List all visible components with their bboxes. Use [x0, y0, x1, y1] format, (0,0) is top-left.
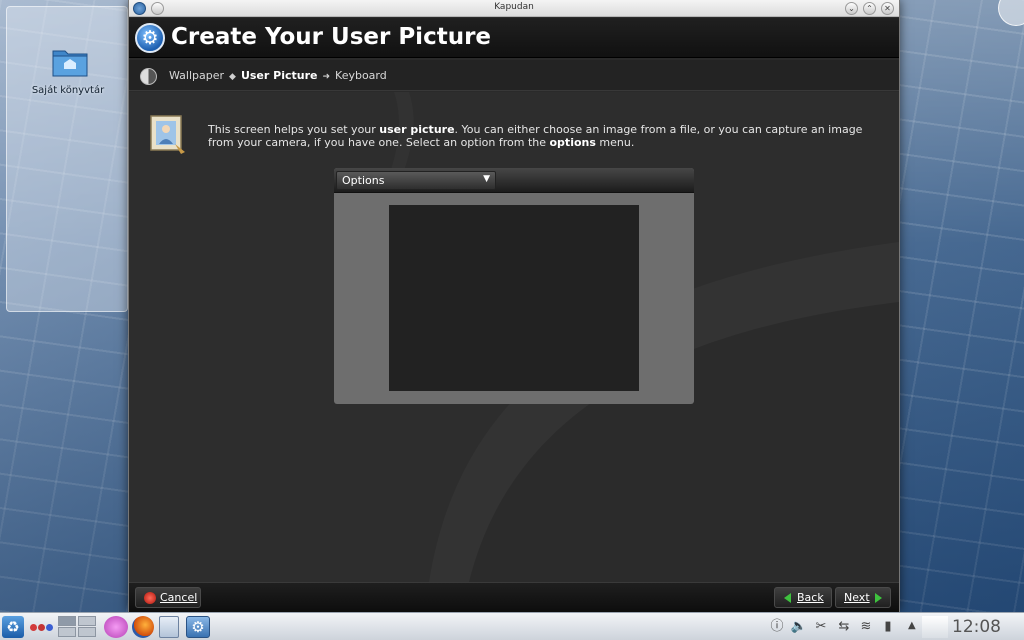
page-header: ⚙ Create Your User Picture: [129, 18, 899, 58]
options-dropdown[interactable]: Options ▼: [336, 171, 496, 190]
kapudan-window: Kapudan ⌄ ⌃ ✕ ⚙ Create Your User Picture…: [128, 0, 900, 612]
window-titlebar[interactable]: Kapudan ⌄ ⌃ ✕: [129, 0, 899, 17]
picture-preview: [389, 205, 639, 391]
show-desktop-button[interactable]: [922, 616, 948, 638]
description-text: This screen helps you set your user pict…: [208, 123, 863, 149]
folder-view-widget: Saját könyvtár: [6, 6, 128, 312]
battery-icon[interactable]: ▮: [879, 618, 897, 636]
cancel-icon: [144, 592, 156, 604]
back-button[interactable]: Back: [774, 587, 832, 608]
arrow-right-icon: ➜: [322, 72, 331, 82]
info-icon[interactable]: ⓘ: [768, 618, 786, 636]
wifi-icon[interactable]: ≋: [857, 618, 875, 636]
options-toolbar: Options ▼: [334, 168, 694, 193]
page-title: Create Your User Picture: [171, 24, 492, 50]
chevron-up-icon[interactable]: ▲: [908, 620, 916, 631]
breadcrumb-item-keyboard: Keyboard: [335, 69, 387, 82]
options-label: Options: [342, 174, 385, 187]
breadcrumb-bar: Wallpaper ◆ User Picture ➜ Keyboard: [129, 60, 899, 91]
taskbar: ♻ ⚙ ⓘ 🔈 ✂ ⇆ ≋ ▮ ▲ 12:08: [0, 612, 1024, 640]
minimize-button[interactable]: ⌄: [845, 2, 858, 15]
breadcrumb-item-user-picture: User Picture: [240, 69, 318, 82]
arrow-left-icon: [784, 593, 791, 603]
notes-icon[interactable]: [159, 616, 179, 638]
firefox-icon[interactable]: [132, 616, 154, 638]
close-button[interactable]: ✕: [881, 2, 894, 15]
gear-icon: ⚙: [135, 23, 165, 53]
usb-icon[interactable]: ⇆: [835, 618, 853, 636]
kapudan-task-icon[interactable]: ⚙: [186, 616, 210, 638]
cancel-button[interactable]: Cancel: [135, 587, 201, 608]
maximize-button[interactable]: ⌃: [863, 2, 876, 15]
arrow-left-icon: ◆: [229, 72, 236, 82]
chevron-down-icon: ▼: [483, 174, 490, 184]
chat-icon[interactable]: [104, 616, 128, 638]
home-folder-label[interactable]: Saját könyvtár: [7, 85, 129, 96]
breadcrumb: Wallpaper ◆ User Picture ➜ Keyboard: [169, 69, 387, 82]
user-picture-icon: [150, 115, 185, 154]
progress-moon-icon: [140, 68, 157, 85]
volume-icon[interactable]: 🔈: [790, 618, 808, 636]
breadcrumb-item-wallpaper: Wallpaper: [169, 69, 225, 82]
window-title: Kapudan: [494, 2, 534, 12]
scissors-icon[interactable]: ✂: [812, 618, 830, 636]
arrow-right-icon: [875, 593, 882, 603]
desktop-pager[interactable]: [58, 616, 98, 638]
main-content: This screen helps you set your user pict…: [129, 92, 899, 582]
clock[interactable]: 12:08: [952, 617, 1001, 637]
picture-panel: Options ▼: [334, 168, 694, 404]
activity-dots-icon[interactable]: [28, 616, 56, 638]
wizard-footer: Cancel Back Next: [129, 582, 899, 612]
application-launcher-icon[interactable]: ♻: [2, 616, 24, 638]
home-folder-icon[interactable]: [52, 47, 88, 77]
next-button[interactable]: Next: [835, 587, 891, 608]
